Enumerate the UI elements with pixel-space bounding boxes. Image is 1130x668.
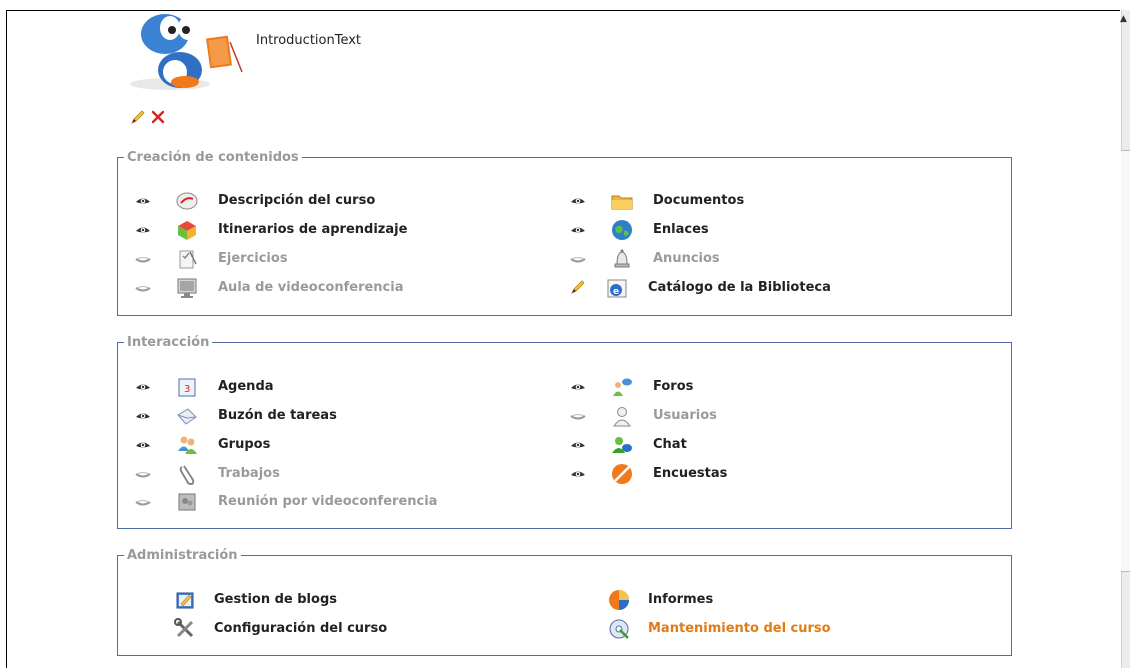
tool-label: Foros — [653, 379, 694, 394]
tool-label: Anuncios — [653, 251, 720, 266]
tool-label: Configuración del curso — [214, 621, 388, 636]
eye-hidden-icon[interactable] — [570, 411, 586, 421]
tool-label: Chat — [653, 437, 687, 452]
tool-label: Enlaces — [653, 222, 709, 237]
envelope-icon — [177, 408, 197, 425]
calendar-icon: 3 — [178, 378, 196, 397]
eye-visible-icon[interactable] — [570, 469, 586, 479]
eye-hidden-icon[interactable] — [135, 283, 151, 293]
forum-icon — [613, 378, 632, 396]
folder-icon — [611, 195, 633, 210]
eye-visible-icon[interactable] — [570, 440, 586, 450]
eye-visible-icon[interactable] — [570, 382, 586, 392]
exercises-icon — [179, 250, 197, 269]
video-meeting-icon — [178, 493, 196, 511]
mascot-logo — [130, 14, 243, 90]
tool-label: Reunión por videoconferencia — [218, 494, 438, 509]
svg-text:3: 3 — [184, 384, 190, 395]
scrollbar-thumb[interactable] — [1121, 150, 1130, 572]
paperclip-icon — [179, 465, 195, 485]
tool-label: Mantenimiento del curso — [648, 621, 831, 636]
tool-label: Trabajos — [218, 466, 280, 481]
eye-visible-icon[interactable] — [135, 440, 151, 450]
eye-visible-icon[interactable] — [135, 196, 151, 206]
learning-path-icon — [178, 221, 196, 240]
pencil-icon[interactable] — [570, 279, 586, 295]
course-description-icon — [176, 192, 198, 210]
maintenance-icon — [609, 619, 629, 639]
eye-hidden-icon[interactable] — [135, 254, 151, 264]
tool-label: Gestion de blogs — [214, 592, 337, 607]
blog-icon — [176, 592, 194, 609]
browser-icon: e — [607, 279, 627, 298]
scroll-up-arrow-icon[interactable]: ▲ — [1120, 14, 1127, 24]
tool-label: Encuestas — [653, 466, 728, 481]
tool-label: Itinerarios de aprendizaje — [218, 222, 408, 237]
eye-hidden-icon[interactable] — [570, 254, 586, 264]
svg-text:e: e — [613, 287, 619, 297]
tool-label: Aula de videoconferencia — [218, 280, 404, 295]
pie-chart-icon — [609, 590, 629, 610]
eye-visible-icon[interactable] — [570, 196, 586, 206]
tool-label: Informes — [648, 592, 714, 607]
window-frame-top — [6, 10, 1120, 11]
tool-label: Catálogo de la Biblioteca — [648, 280, 831, 295]
eye-visible-icon[interactable] — [135, 382, 151, 392]
tool-label: Buzón de tareas — [218, 408, 337, 423]
section-title: Administración — [127, 548, 238, 563]
tool-label: Usuarios — [653, 408, 717, 423]
eye-hidden-icon[interactable] — [135, 469, 151, 479]
section-title: Interacción — [127, 335, 210, 350]
survey-icon — [612, 464, 632, 484]
eye-visible-icon[interactable] — [570, 225, 586, 235]
user-icon — [613, 407, 631, 427]
bell-icon — [614, 249, 630, 268]
pencil-icon[interactable] — [130, 109, 146, 125]
tool-label: Grupos — [218, 437, 271, 452]
eye-visible-icon[interactable] — [135, 225, 151, 235]
tool-label: Descripción del curso — [218, 193, 376, 208]
introduction-text: IntroductionText — [256, 33, 362, 48]
tool-label: Documentos — [653, 193, 745, 208]
tool-label: Agenda — [218, 379, 274, 394]
tool-label: Ejercicios — [218, 251, 288, 266]
chat-icon — [612, 437, 632, 453]
globe-link-icon — [612, 220, 632, 240]
eye-visible-icon[interactable] — [135, 411, 151, 421]
delete-x-icon[interactable] — [150, 109, 166, 125]
monitor-icon — [177, 278, 197, 298]
tools-icon — [174, 618, 194, 638]
eye-hidden-icon[interactable] — [135, 497, 151, 507]
window-frame-left — [6, 10, 7, 668]
section-title: Creación de contenidos — [127, 150, 299, 165]
groups-icon — [178, 436, 197, 454]
